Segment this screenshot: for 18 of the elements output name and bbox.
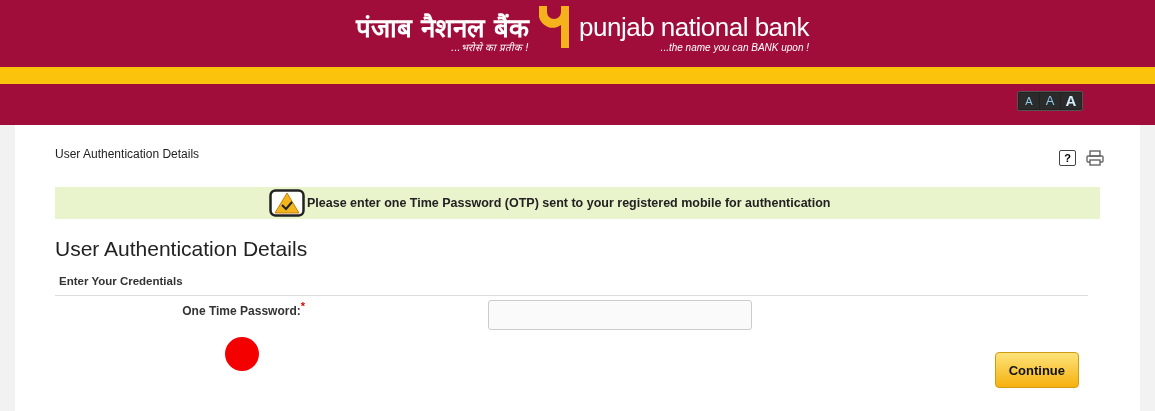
bank-name: पंजाब नैशनल बैंक xyxy=(355,14,530,41)
cursor-dot-icon xyxy=(224,336,260,372)
logo-icon xyxy=(539,5,570,48)
font-size-button[interactable]: A xyxy=(1040,93,1060,109)
font-size-button[interactable]: A xyxy=(1019,93,1039,109)
help-button[interactable]: ? xyxy=(1059,150,1076,166)
bank-name: punjab national bank xyxy=(579,14,810,40)
tagline: ...the name you can BANK upon ! xyxy=(660,43,810,53)
notice-text: Please enter one Time Password (OTP) sent to your registered mobile for authentication xyxy=(307,196,831,210)
section-heading: Enter Your Credentials xyxy=(55,275,1088,296)
print-icon[interactable] xyxy=(1086,150,1104,166)
continue-button[interactable]: Continue xyxy=(994,352,1079,388)
otp-input[interactable] xyxy=(488,300,752,330)
tagline: ...भरोसे का प्रतीक ! xyxy=(450,42,530,53)
warning-check-icon xyxy=(269,189,305,217)
page-title: User Authentication Details xyxy=(55,147,200,161)
font-size-button[interactable]: A xyxy=(1061,93,1081,109)
form-title: User Authentication Details xyxy=(55,237,309,261)
